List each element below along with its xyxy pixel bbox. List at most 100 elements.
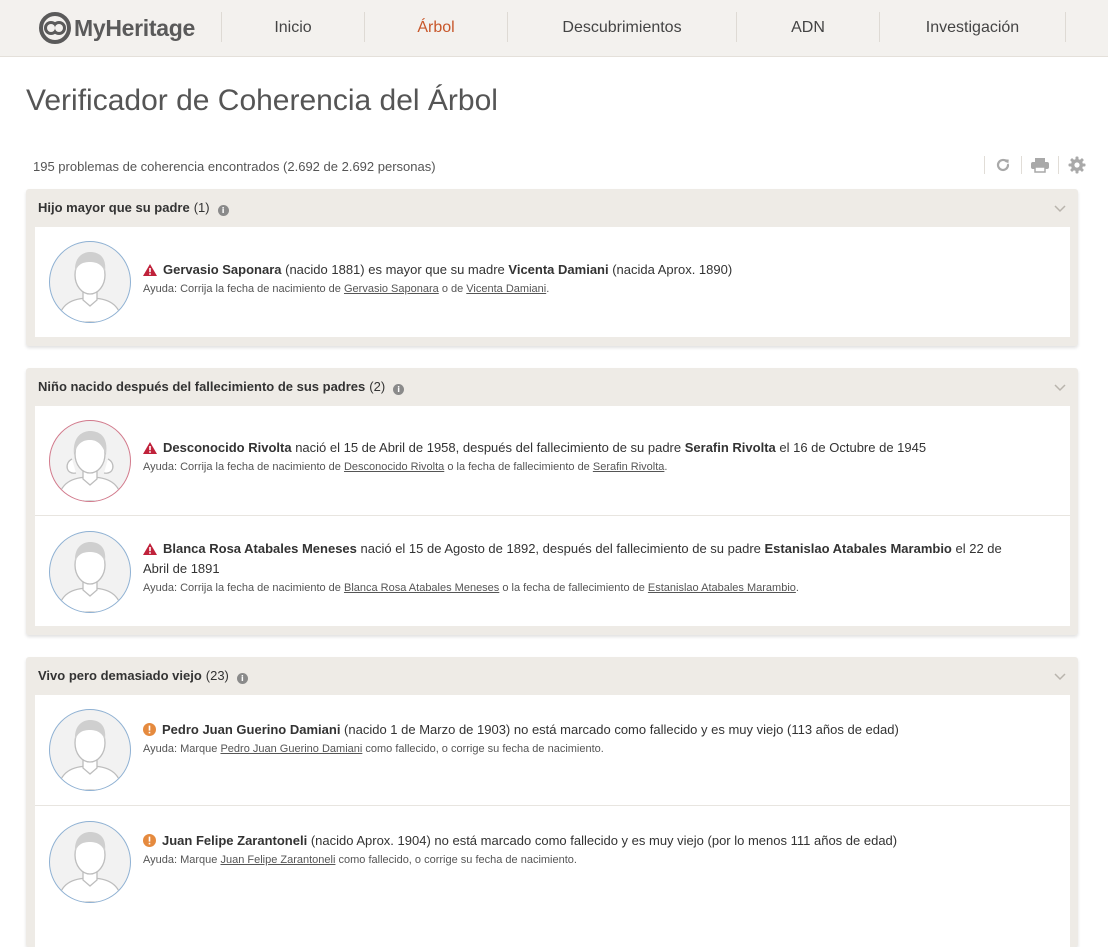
help-prefix: Ayuda: Corrija la fecha de nacimiento de — [143, 461, 344, 473]
myheritage-logo-icon — [39, 12, 71, 44]
help-mid: o de — [438, 283, 467, 295]
issue-text: Desconocido Rivolta nació el 15 de Abril… — [143, 438, 1010, 475]
info-icon[interactable]: i — [217, 205, 229, 216]
help-text: Ayuda: Corrija la fecha de nacimiento de… — [143, 581, 1010, 596]
chevron-down-icon[interactable] — [1054, 382, 1066, 392]
section-header[interactable]: Niño nacido después del fallecimiento de… — [26, 368, 1078, 406]
avatar[interactable] — [49, 241, 131, 323]
section-body: Gervasio Saponara (nacido 1881) es mayor… — [35, 227, 1070, 337]
person-link[interactable]: Desconocido Rivolta — [344, 461, 444, 473]
avatar[interactable] — [49, 531, 131, 613]
person-link[interactable]: Vicenta Damiani — [466, 283, 546, 295]
issue-detail: nació el 15 de Abril de 1958, después de… — [291, 440, 685, 455]
issue-row: Pedro Juan Guerino Damiani (nacido 1 de … — [35, 695, 1070, 806]
nav-item-adn[interactable]: ADN — [737, 0, 879, 56]
help-mid: como fallecido, o corrige su fecha de na… — [335, 854, 577, 866]
female-silhouette-icon — [57, 431, 123, 501]
info-icon[interactable]: i — [393, 384, 405, 395]
error-triangle-icon — [143, 264, 157, 276]
warning-circle-icon — [143, 834, 156, 847]
help-text: Ayuda: Marque Pedro Juan Guerino Damiani… — [143, 742, 1010, 757]
help-suffix: . — [664, 461, 668, 473]
warning-circle-icon — [143, 723, 156, 736]
top-navigation-bar: MyHeritage Inicio Árbol Descubrimientos … — [0, 0, 1108, 57]
chevron-down-icon[interactable] — [1054, 671, 1066, 681]
logo-text: MyHeritage — [74, 14, 195, 41]
help-text: Ayuda: Marque Juan Felipe Zarantoneli co… — [143, 853, 1010, 868]
issue-detail: (nacido 1 de Marzo de 1903) no está marc… — [340, 722, 899, 737]
section-header[interactable]: Vivo pero demasiado viejo (23) i — [26, 657, 1078, 695]
toolbar-separator — [1021, 156, 1022, 174]
person-link[interactable]: Blanca Rosa Atabales Meneses — [344, 582, 499, 594]
help-text: Ayuda: Corrija la fecha de nacimiento de… — [143, 460, 1010, 475]
avatar[interactable] — [49, 420, 131, 502]
section-title: Vivo pero demasiado viejo — [38, 668, 202, 683]
section-count: (23) — [205, 668, 229, 683]
issue-detail: (nacida Aprox. 1890) — [608, 262, 733, 277]
person-name: Serafin Rivolta — [684, 440, 776, 455]
section-child-older-than-parent: Hijo mayor que su padre (1) i Gervasio Sap… — [26, 189, 1078, 346]
person-name: Blanca Rosa Atabales Meneses — [163, 541, 357, 556]
error-triangle-icon — [143, 442, 157, 454]
issues-summary: 195 problemas de coherencia encontrados … — [33, 159, 436, 174]
avatar[interactable] — [49, 821, 131, 903]
nav-item-descubrimientos[interactable]: Descubrimientos — [508, 0, 736, 56]
male-silhouette-icon — [57, 542, 123, 612]
nav-item-inicio[interactable]: Inicio — [222, 0, 364, 56]
chevron-down-icon[interactable] — [1054, 203, 1066, 213]
section-title: Hijo mayor que su padre — [38, 200, 190, 215]
nav-item-arbol[interactable]: Árbol — [365, 0, 507, 56]
person-link[interactable]: Serafin Rivolta — [593, 461, 665, 473]
person-name: Juan Felipe Zarantoneli — [162, 833, 308, 848]
issue-message: Pedro Juan Guerino Damiani (nacido 1 de … — [143, 720, 1010, 740]
person-link[interactable]: Estanislao Atabales Marambio — [648, 582, 796, 594]
help-mid: o la fecha de fallecimiento de — [444, 461, 593, 473]
section-child-born-after-parent-death: Niño nacido después del fallecimiento de… — [26, 368, 1078, 635]
help-prefix: Ayuda: Marque — [143, 854, 221, 866]
issue-text: Blanca Rosa Atabales Meneses nació el 15… — [143, 539, 1010, 596]
person-name: Vicenta Damiani — [508, 262, 609, 277]
issue-row: Desconocido Rivolta nació el 15 de Abril… — [35, 406, 1070, 516]
nav-item-investigacion[interactable]: Investigación — [880, 0, 1065, 56]
avatar[interactable] — [49, 709, 131, 791]
person-link[interactable]: Pedro Juan Guerino Damiani — [220, 743, 362, 755]
section-title: Niño nacido después del fallecimiento de… — [38, 379, 366, 394]
section-alive-but-too-old: Vivo pero demasiado viejo (23) i Pedro Jua… — [26, 657, 1078, 947]
info-icon[interactable]: i — [236, 673, 248, 684]
section-body: Pedro Juan Guerino Damiani (nacido 1 de … — [35, 695, 1070, 947]
person-name: Gervasio Saponara — [163, 262, 282, 277]
issue-detail: (nacido 1881) es mayor que su madre — [281, 262, 509, 277]
issue-row: Blanca Rosa Atabales Meneses nació el 15… — [35, 516, 1070, 626]
myheritage-logo[interactable]: MyHeritage — [39, 12, 195, 44]
nav-separator — [1065, 12, 1066, 42]
person-link[interactable]: Juan Felipe Zarantoneli — [220, 854, 335, 866]
help-mid: o la fecha de fallecimiento de — [499, 582, 648, 594]
issue-message: Blanca Rosa Atabales Meneses nació el 15… — [143, 539, 1010, 579]
issue-detail: nació el 15 de Agosto de 1892, después d… — [356, 541, 765, 556]
male-silhouette-icon — [57, 720, 123, 790]
male-silhouette-icon — [57, 252, 123, 322]
person-link[interactable]: Gervasio Saponara — [344, 283, 439, 295]
page-title: Verificador de Coherencia del Árbol — [26, 84, 498, 117]
issue-text: Pedro Juan Guerino Damiani (nacido 1 de … — [143, 720, 1010, 757]
help-text: Ayuda: Corrija la fecha de nacimiento de… — [143, 282, 1010, 297]
section-body: Desconocido Rivolta nació el 15 de Abril… — [35, 406, 1070, 626]
toolbar — [976, 155, 1087, 175]
toolbar-separator — [984, 156, 985, 174]
refresh-icon[interactable] — [993, 155, 1013, 175]
issue-row: Juan Felipe Zarantoneli (nacido Aprox. 1… — [35, 806, 1070, 916]
gear-icon[interactable] — [1067, 155, 1087, 175]
person-name: Estanislao Atabales Marambio — [764, 541, 952, 556]
issue-detail: (nacido Aprox. 1904) no está marcado com… — [307, 833, 898, 848]
print-icon[interactable] — [1030, 155, 1050, 175]
section-count: (2) — [369, 379, 386, 394]
issue-row: Gervasio Saponara (nacido 1881) es mayor… — [35, 227, 1070, 337]
help-suffix: . — [546, 283, 550, 295]
help-prefix: Ayuda: Corrija la fecha de nacimiento de — [143, 582, 344, 594]
section-header[interactable]: Hijo mayor que su padre (1) i — [26, 189, 1078, 227]
issue-message: Gervasio Saponara (nacido 1881) es mayor… — [143, 260, 1010, 280]
section-count: (1) — [193, 200, 210, 215]
help-prefix: Ayuda: Marque — [143, 743, 221, 755]
issue-text: Gervasio Saponara (nacido 1881) es mayor… — [143, 260, 1010, 297]
issue-message: Juan Felipe Zarantoneli (nacido Aprox. 1… — [143, 831, 1010, 851]
